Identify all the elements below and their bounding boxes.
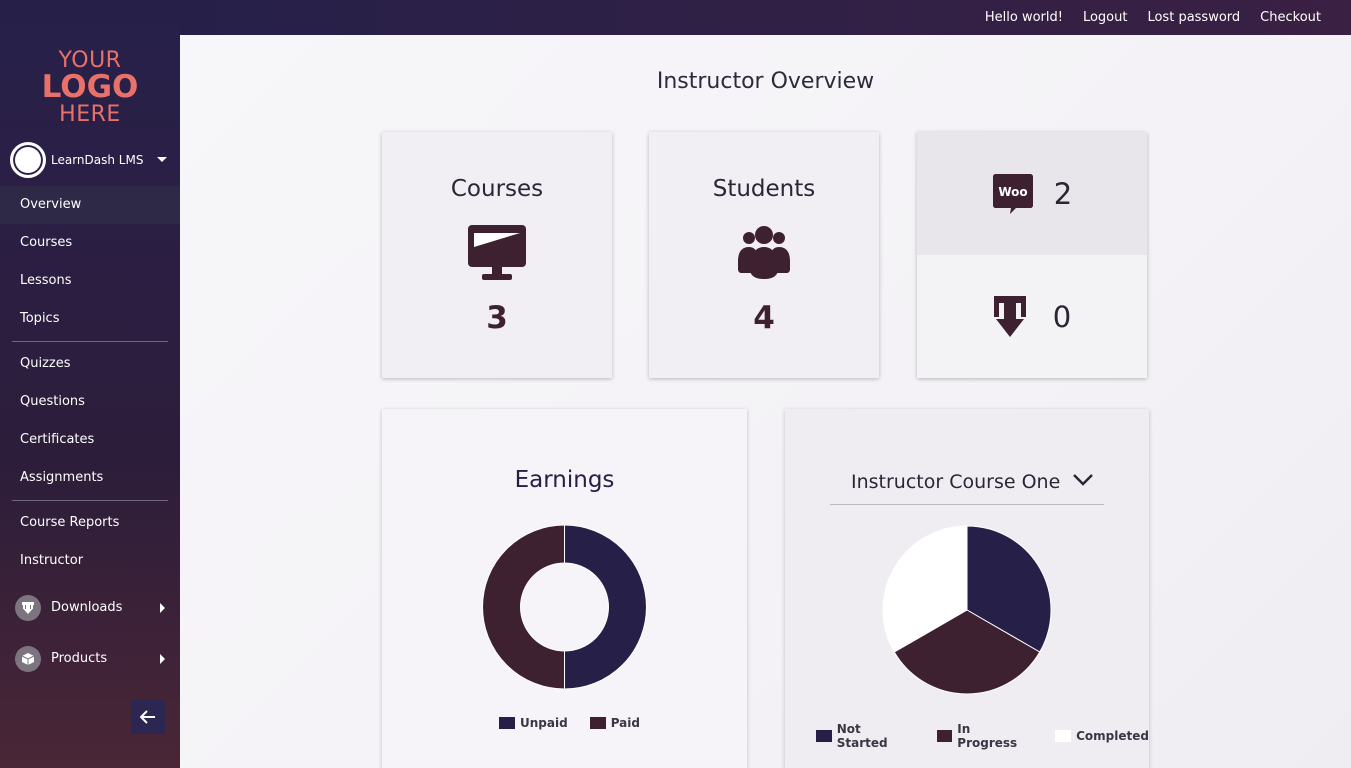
courses-card[interactable]: Courses 3 [382, 132, 612, 378]
legend-label: Completed [1076, 729, 1149, 743]
logo-line-3: HERE [59, 102, 121, 127]
legend-item[interactable]: Not Started [816, 722, 915, 750]
earnings-card: Earnings Unpaid Paid [382, 409, 747, 768]
legend-swatch [816, 730, 832, 742]
legend-swatch [936, 730, 953, 742]
arrow-left-icon [140, 710, 155, 724]
sidebar-item-label: Downloads [51, 600, 123, 615]
pie-slice-paid[interactable] [482, 524, 565, 690]
account-name: LearnDash LMS [51, 153, 144, 167]
sidebar-item-questions[interactable]: Questions [0, 383, 180, 421]
legend-item[interactable]: Paid [589, 716, 640, 730]
students-card-title: Students [712, 176, 816, 202]
checkout-link[interactable]: Checkout [1260, 10, 1321, 25]
sidebar: YOUR LOGO HERE LearnDash LMS Overview Co… [0, 0, 180, 768]
legend-label: Paid [610, 716, 640, 730]
monitor-icon [468, 225, 526, 280]
legend-item[interactable]: Unpaid [499, 716, 568, 730]
downloads-count: 0 [1052, 299, 1072, 334]
course-progress-pie-chart [882, 525, 1052, 695]
chevron-down-icon [1073, 474, 1093, 486]
courses-count: 3 [486, 300, 508, 336]
woocommerce-icon: Woo [992, 173, 1033, 214]
progress-legend: Not Started In Progress Completed [816, 722, 1149, 750]
woo-orders-section: Woo 2 [917, 132, 1147, 255]
top-nav: Hello world! Logout Lost password Checko… [985, 0, 1321, 35]
legend-swatch [499, 717, 515, 729]
lost-password-link[interactable]: Lost password [1147, 10, 1240, 25]
sidebar-item-certificates[interactable]: Certificates [0, 421, 180, 459]
sidebar-item-lessons[interactable]: Lessons [0, 262, 180, 300]
earnings-donut-chart [482, 524, 647, 690]
sidebar-item-instructor[interactable]: Instructor [0, 542, 180, 580]
legend-item[interactable]: Completed [1055, 722, 1149, 750]
caret-down-icon [157, 157, 167, 162]
legend-item[interactable]: In Progress [936, 722, 1034, 750]
logo-line-2: LOGO [41, 69, 139, 105]
sidebar-item-quizzes[interactable]: Quizzes [0, 345, 180, 383]
sidebar-item-course-reports[interactable]: Course Reports [0, 504, 180, 542]
legend-swatch [589, 717, 606, 729]
sales-card[interactable]: Woo 2 0 [917, 132, 1147, 378]
sidebar-item-courses[interactable]: Courses [0, 224, 180, 262]
course-progress-card: Instructor Course One Not Started In Pro… [785, 409, 1149, 768]
top-bar: Hello world! Logout Lost password Checko… [180, 0, 1351, 35]
account-switcher[interactable]: LearnDash LMS [10, 142, 170, 178]
students-count: 4 [753, 300, 775, 336]
pie-slice-unpaid[interactable] [564, 524, 647, 690]
main-content: Instructor Overview Courses 3 Students 4… [180, 35, 1351, 768]
sidebar-item-products[interactable]: Products [0, 633, 180, 684]
students-card[interactable]: Students 4 [649, 132, 879, 378]
sidebar-item-downloads[interactable]: Downloads [0, 582, 180, 633]
greeting-link[interactable]: Hello world! [985, 10, 1063, 25]
woo-orders-count: 2 [1053, 176, 1073, 211]
sidebar-item-assignments[interactable]: Assignments [0, 459, 180, 497]
logout-link[interactable]: Logout [1083, 10, 1128, 25]
sidebar-item-overview[interactable]: Overview [0, 186, 180, 224]
sidebar-divider [12, 500, 168, 501]
caret-right-icon [160, 654, 165, 664]
courses-card-title: Courses [450, 176, 544, 202]
legend-label: In Progress [957, 722, 1018, 750]
avatar [10, 142, 46, 178]
earnings-legend: Unpaid Paid [499, 716, 640, 730]
downloads-section: 0 [917, 255, 1147, 378]
course-select-value: Instructor Course One [851, 471, 1061, 493]
logo[interactable]: YOUR LOGO HERE [0, 50, 180, 126]
download-icon [15, 594, 41, 621]
sidebar-item-topics[interactable]: Topics [0, 300, 180, 338]
sidebar-menu: Overview Courses Lessons Topics Quizzes … [0, 186, 180, 580]
caret-right-icon [160, 603, 165, 613]
sidebar-submenus: Downloads Products [0, 582, 180, 684]
page-title: Instructor Overview [656, 69, 875, 94]
sidebar-item-label: Products [51, 651, 108, 666]
course-select[interactable]: Instructor Course One [830, 465, 1104, 505]
earnings-title: Earnings [514, 467, 615, 493]
legend-label: Unpaid [520, 716, 568, 730]
users-icon [738, 226, 790, 279]
collapse-sidebar-button[interactable] [131, 700, 165, 734]
legend-label: Not Started [836, 722, 888, 750]
box-icon [15, 645, 41, 672]
legend-swatch [1055, 730, 1072, 742]
svg-text:Woo: Woo [998, 185, 1027, 199]
sidebar-divider [12, 341, 168, 342]
download-icon [993, 295, 1026, 337]
